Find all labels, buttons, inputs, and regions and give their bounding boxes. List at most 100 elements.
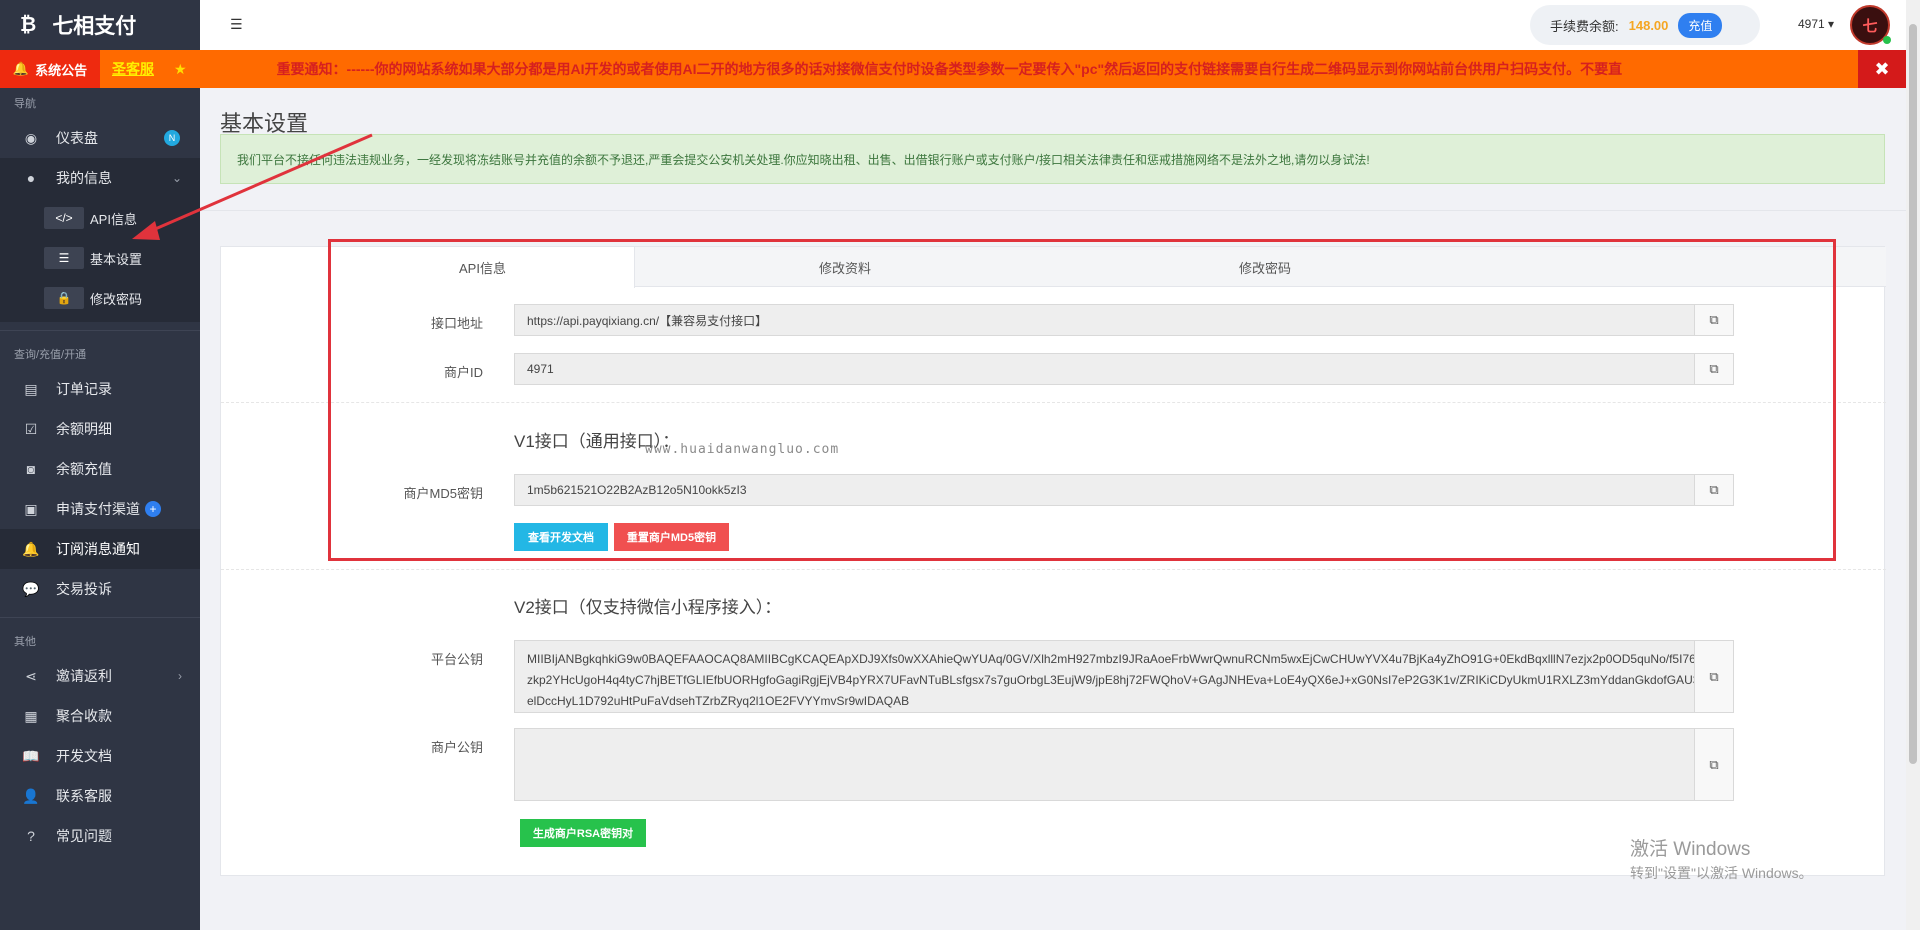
copy-icon: ⧉ xyxy=(1709,361,1719,376)
merchant-public-key-label: 商户公钥 xyxy=(430,740,483,755)
fee-amount: 148.00 xyxy=(1628,17,1669,33)
sidebar-item-label: 仪表盘 xyxy=(56,130,98,146)
sidebar-item-dev-docs[interactable]: 📖 开发文档 xyxy=(0,736,200,776)
star-icon: ★ xyxy=(174,60,187,77)
sidebar-subitem-basic-settings[interactable]: ☰ 基本设置 xyxy=(0,238,200,278)
sidebar-item-my-info[interactable]: ● 我的信息 ⌄ xyxy=(0,158,200,198)
system-notice-bar: 🔔 系统公告 圣客服 ★ 重要通知：------你的网站系统如果大部分都是用AI… xyxy=(0,50,1906,88)
close-notice-button[interactable]: ✖ xyxy=(1858,50,1906,88)
nav-section-title: 查询/充值/开通 xyxy=(14,349,87,361)
copy-endpoint-button[interactable]: ⧉ xyxy=(1694,304,1734,336)
copy-platform-key-button[interactable]: ⧉ xyxy=(1694,640,1734,713)
sidebar-item-balance-detail[interactable]: ☑ 余额明细 xyxy=(0,409,200,449)
merchant-id-label: 商户ID xyxy=(443,365,483,380)
money-icon: ◙ xyxy=(26,461,36,477)
menu-toggle-icon[interactable]: ☰ xyxy=(230,16,243,33)
watermark-text: www.huaidanwangluo.com xyxy=(645,442,840,457)
sidebar-item-orders[interactable]: ▤ 订单记录 xyxy=(0,369,200,409)
divider xyxy=(0,617,200,618)
notice-tag-label: 系统公告 xyxy=(35,62,88,78)
generate-rsa-keypair-button[interactable]: 生成商户RSA密钥对 xyxy=(520,819,646,847)
sidebar-item-faq[interactable]: ? 常见问题 xyxy=(0,816,200,856)
new-badge: N xyxy=(164,130,180,146)
notice-marquee-text: 重要通知：------你的网站系统如果大部分都是用AI开发的或者使用AI二开的地… xyxy=(276,61,1623,77)
sidebar-item-label: 订单记录 xyxy=(56,381,112,397)
plus-badge: + xyxy=(145,501,161,517)
notice-tag: 🔔 系统公告 xyxy=(0,50,100,88)
sidebar-item-aggregate-pay[interactable]: ▦ 聚合收款 xyxy=(0,696,200,736)
copy-md5-key-button[interactable]: ⧉ xyxy=(1694,474,1734,506)
sidebar-item-dashboard[interactable]: ◉ 仪表盘 N xyxy=(0,118,200,158)
v2-section-title: V2接口（仅支持微信小程序接入）： xyxy=(514,598,782,617)
copy-icon: ⧉ xyxy=(1709,482,1719,497)
qrcode-icon: ▦ xyxy=(24,707,38,724)
sidebar-subitem-api-info[interactable]: </> API信息 xyxy=(0,198,200,238)
question-icon: ? xyxy=(27,828,35,844)
sidebar-item-label: 订阅消息通知 xyxy=(56,541,140,557)
windows-activation-title: 激活 Windows xyxy=(1630,839,1751,860)
md5-key-field[interactable]: 1m5b621521O22B2AzB12o5N10okk5zI3 xyxy=(514,474,1714,506)
tab-bar: API信息 修改资料 修改密码 xyxy=(331,247,1886,288)
view-docs-button[interactable]: 查看开发文档 xyxy=(514,523,608,551)
sliders-icon: ☰ xyxy=(44,247,84,269)
sidebar-item-label: API信息 xyxy=(90,211,137,227)
sidebar-item-label: 聚合收款 xyxy=(56,708,112,724)
chevron-right-icon: › xyxy=(178,669,182,683)
comments-icon: 💬 xyxy=(22,580,40,597)
user-icon: ● xyxy=(26,170,36,186)
platform-public-key-textarea[interactable]: MIIBIjANBgkqhkiG9w0BAQEFAAOCAQ8AMIIBCgKC… xyxy=(514,640,1714,713)
sidebar: ₿ 七相支付 导航 ◉ 仪表盘 N ● 我的信息 ⌄ </> API信息 ☰ 基… xyxy=(0,0,200,930)
sidebar-item-subscribe-notify[interactable]: 🔔 订阅消息通知 xyxy=(0,529,200,569)
endpoint-field[interactable]: https://api.payqixiang.cn/【兼容易支付接口】 xyxy=(514,304,1714,336)
customer-service-link[interactable]: 圣客服 xyxy=(112,59,154,79)
page-scrollbar[interactable] xyxy=(1906,0,1920,930)
sidebar-item-apply-channel[interactable]: ▣ 申请支付渠道 + xyxy=(0,489,200,529)
nav-section-title: 其他 xyxy=(14,636,36,648)
sidebar-item-complaints[interactable]: 💬 交易投诉 xyxy=(0,569,200,609)
merchant-id-field[interactable]: 4971 xyxy=(514,353,1714,385)
windows-activation-watermark: 激活 Windows 转到"设置"以激活 Windows。 xyxy=(1630,834,1813,883)
brand-name: 七相支付 xyxy=(52,15,137,38)
online-status-dot xyxy=(1883,36,1891,44)
scrollbar-thumb[interactable] xyxy=(1909,24,1917,764)
endpoint-label: 接口地址 xyxy=(430,316,483,331)
user-menu[interactable]: 4971 ▾ xyxy=(1798,17,1834,31)
divider xyxy=(221,569,1886,570)
recharge-button[interactable]: 充值 xyxy=(1678,12,1723,38)
copy-icon: ⧉ xyxy=(1709,312,1719,327)
my-info-group: ● 我的信息 ⌄ </> API信息 ☰ 基本设置 🔒 修改密码 xyxy=(0,158,200,322)
copy-merchant-key-button[interactable]: ⧉ xyxy=(1694,728,1734,801)
sidebar-item-label: 申请支付渠道 xyxy=(56,501,140,517)
nav-section-title: 导航 xyxy=(14,98,36,110)
chevron-down-icon: ⌄ xyxy=(171,171,182,185)
tab-api-info[interactable]: API信息 xyxy=(331,247,635,288)
warning-alert: 我们平台不接任何违法违规业务，一经发现将冻结账号并充值的余额不予退还,严重会提交… xyxy=(220,134,1885,184)
bell-icon: 🔔 xyxy=(22,540,40,557)
md5-key-label: 商户MD5密钥 xyxy=(403,486,483,501)
list-icon: ▤ xyxy=(24,380,38,397)
book-icon: 📖 xyxy=(22,747,40,764)
id-card-icon: ▣ xyxy=(24,500,38,517)
sidebar-item-label: 修改密码 xyxy=(90,291,143,307)
brand[interactable]: ₿ 七相支付 xyxy=(0,0,200,50)
copy-icon: ⧉ xyxy=(1709,756,1719,772)
tab-change-password[interactable]: 修改密码 xyxy=(1055,247,1475,288)
sidebar-item-label: 开发文档 xyxy=(56,748,112,764)
fee-label: 手续费余额: xyxy=(1550,18,1619,34)
platform-public-key-label: 平台公钥 xyxy=(430,652,483,667)
sidebar-item-label: 邀请返利 xyxy=(56,668,112,684)
reset-md5-key-button[interactable]: 重置商户MD5密钥 xyxy=(614,523,729,551)
tab-edit-profile[interactable]: 修改资料 xyxy=(635,247,1055,288)
lock-icon: 🔒 xyxy=(44,287,84,309)
sidebar-item-label: 我的信息 xyxy=(56,170,112,186)
windows-activation-subtitle: 转到"设置"以激活 Windows。 xyxy=(1630,865,1813,881)
sidebar-subitem-change-password[interactable]: 🔒 修改密码 xyxy=(0,278,200,318)
merchant-public-key-textarea[interactable] xyxy=(514,728,1714,801)
sidebar-item-balance-recharge[interactable]: ◙ 余额充值 xyxy=(0,449,200,489)
divider xyxy=(200,210,1906,211)
sidebar-item-invite[interactable]: ⋖ 邀请返利 › xyxy=(0,656,200,696)
copy-merchant-id-button[interactable]: ⧉ xyxy=(1694,353,1734,385)
sidebar-item-support[interactable]: 👤 联系客服 xyxy=(0,776,200,816)
settings-card: API信息 修改资料 修改密码 接口地址 https://api.payqixi… xyxy=(220,246,1886,876)
bell-icon: 🔔 xyxy=(12,61,30,76)
